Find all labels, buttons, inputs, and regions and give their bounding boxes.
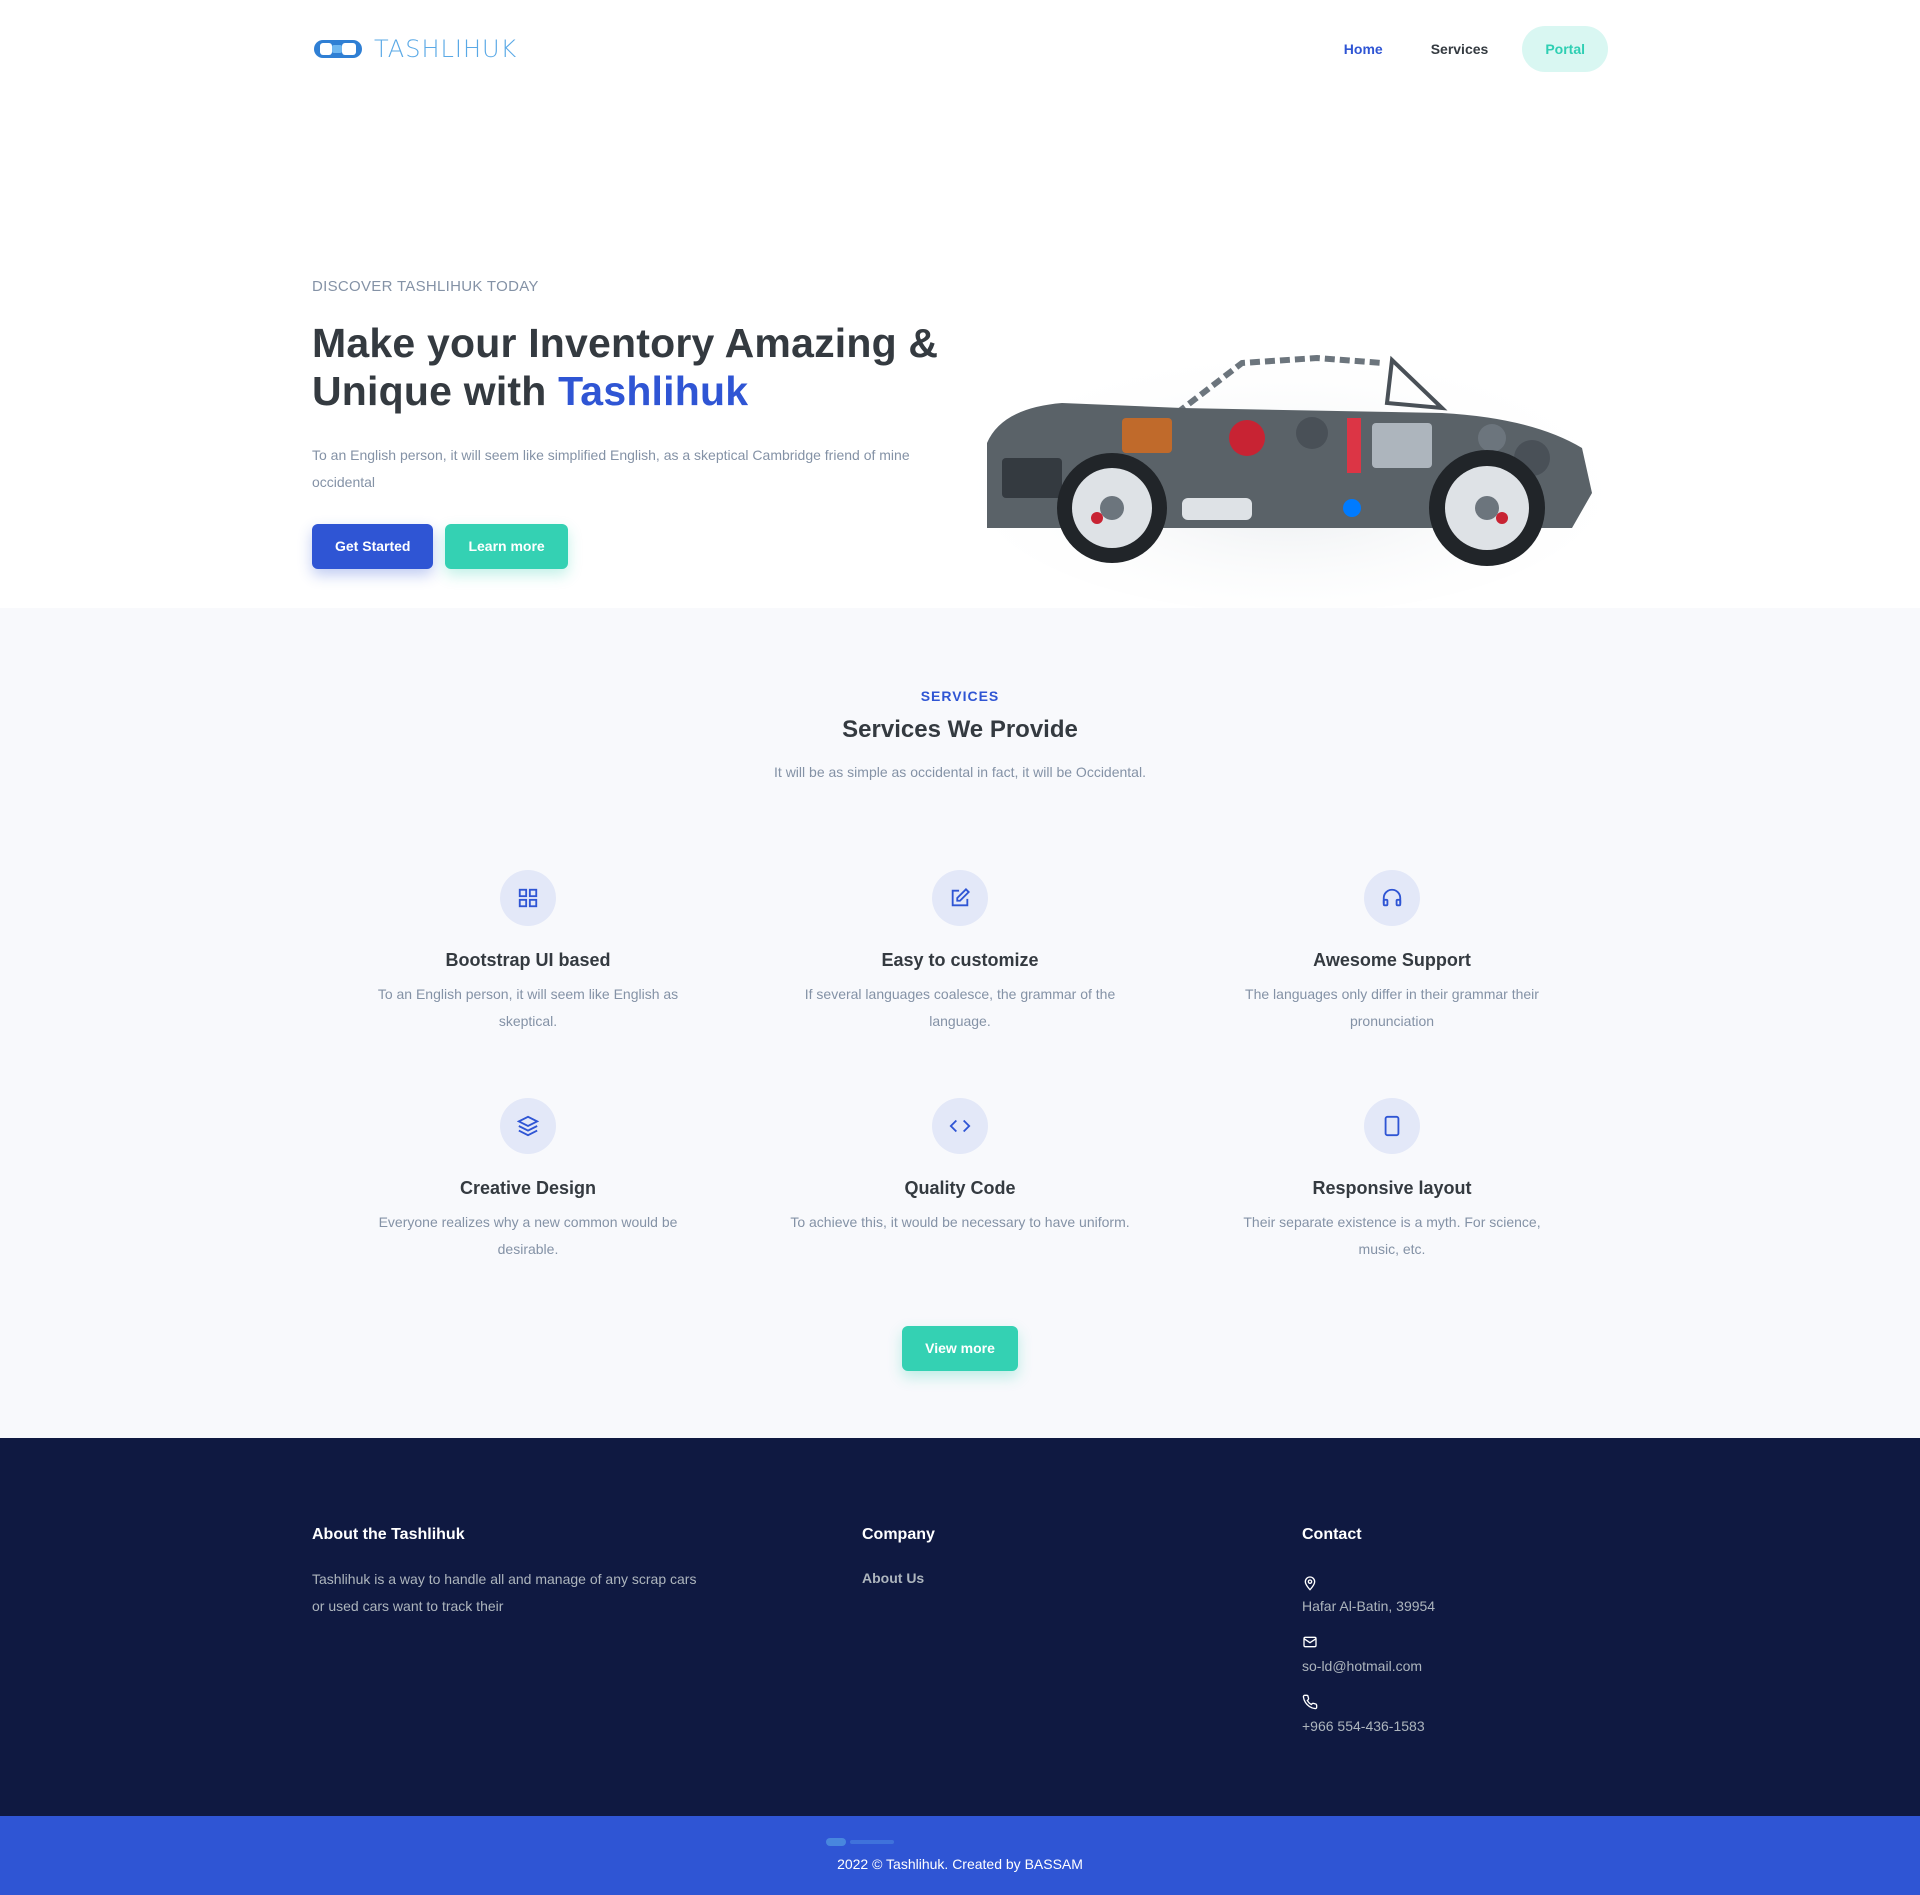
- front-wheel: [1057, 453, 1167, 563]
- edit-icon: [932, 870, 988, 926]
- footer-contact-title: Contact: [1302, 1526, 1362, 1543]
- service-title: Responsive layout: [1312, 1178, 1472, 1198]
- hero-title-line1: Make your Inventory Amazing &: [312, 320, 939, 366]
- header: TASHLIHUK Home Services Portal DISCOVER …: [312, 0, 1608, 608]
- services-tag: SERVICES: [920, 688, 1000, 704]
- nav-services-link[interactable]: Services: [1411, 27, 1509, 71]
- phone-icon: [1302, 1694, 1435, 1714]
- service-text: To an English person, it will seem like …: [377, 986, 679, 1029]
- hero-buttons: Get Started Learn more: [312, 524, 952, 569]
- get-started-button[interactable]: Get Started: [312, 524, 434, 569]
- learn-more-button[interactable]: Learn more: [445, 524, 568, 569]
- footer-company: Company About Us: [862, 1526, 935, 1586]
- service-title: Awesome Support: [1313, 950, 1471, 970]
- service-item: Bootstrap UI based To an English person,…: [312, 870, 744, 1098]
- copyright-text: 2022 © Tashlihuk. Created by BASSAM: [837, 1856, 1083, 1872]
- service-title: Bootstrap UI based: [445, 950, 611, 970]
- footer-contact: Contact Hafar Al-Batin, 39954 so-ld@hotm…: [1302, 1526, 1435, 1734]
- hero-title: Make your Inventory Amazing & Unique wit…: [312, 319, 952, 415]
- hero-eyebrow: DISCOVER TASHLIHUK TODAY: [312, 278, 539, 295]
- logo-text: TASHLIHUK: [374, 35, 518, 63]
- service-title: Quality Code: [904, 1178, 1016, 1198]
- service-title: Creative Design: [459, 1178, 597, 1198]
- address-text: Hafar Al-Batin, 39954: [1302, 1598, 1436, 1614]
- nav-menu: Home Services Portal: [1324, 26, 1608, 72]
- email-link[interactable]: so-ld@hotmail.com: [1302, 1658, 1435, 1674]
- service-item: Creative Design Everyone realizes why a …: [312, 1098, 744, 1326]
- hero-title-brand: Tashlihuk: [558, 368, 749, 414]
- about-us-link[interactable]: About Us: [862, 1570, 935, 1586]
- services-subtitle: It will be as simple as occidental in fa…: [774, 764, 1146, 780]
- contact-address: Hafar Al-Batin, 39954: [1302, 1574, 1435, 1614]
- hero-content: DISCOVER TASHLIHUK TODAY Make your Inven…: [312, 278, 952, 569]
- map-pin-icon: [1302, 1574, 1435, 1594]
- contact-email: so-ld@hotmail.com: [1302, 1634, 1435, 1674]
- car-parts-illustration: [972, 343, 1608, 608]
- rear-wheel: [1429, 450, 1545, 566]
- footer-about: About the Tashlihuk Tashlihuk is a way t…: [312, 1526, 712, 1620]
- service-text: Their separate existence is a myth. For …: [1243, 1214, 1541, 1257]
- service-item: Awesome Support The languages only diffe…: [1176, 870, 1608, 1098]
- service-text: If several languages coalesce, the gramm…: [804, 986, 1116, 1029]
- service-text: The languages only differ in their gramm…: [1245, 986, 1539, 1029]
- contact-phone: +966 554-436-1583: [1302, 1694, 1435, 1734]
- services-header: SERVICES Services We Provide It will be …: [312, 608, 1608, 780]
- tablet-icon: [1364, 1098, 1420, 1154]
- view-more-button[interactable]: View more: [902, 1326, 1018, 1371]
- grid-icon: [500, 870, 556, 926]
- services-title: Services We Provide: [842, 716, 1078, 743]
- footer-about-title: About the Tashlihuk: [312, 1526, 465, 1543]
- service-item: Quality Code To achieve this, it would b…: [744, 1098, 1176, 1326]
- service-text: To achieve this, it would be necessary t…: [790, 1214, 1130, 1230]
- phone-text: +966 554-436-1583: [1302, 1718, 1425, 1734]
- layers-icon: [500, 1098, 556, 1154]
- logo[interactable]: TASHLIHUK: [312, 35, 517, 63]
- bottom-bar: 2022 © Tashlihuk. Created by BASSAM: [0, 1816, 1920, 1895]
- footer-company-title: Company: [862, 1526, 935, 1543]
- nav-home-link[interactable]: Home: [1324, 27, 1403, 71]
- navbar: TASHLIHUK Home Services Portal: [312, 0, 1608, 98]
- service-item: Easy to customize If several languages c…: [744, 870, 1176, 1098]
- hero-section: DISCOVER TASHLIHUK TODAY Make your Inven…: [312, 98, 1608, 608]
- car-logo-icon: [314, 40, 362, 58]
- service-title: Easy to customize: [881, 950, 1039, 970]
- hero-lead: To an English person, it will seem like …: [312, 447, 910, 490]
- service-text: Everyone realizes why a new common would…: [378, 1214, 678, 1257]
- service-item: Responsive layout Their separate existen…: [1176, 1098, 1608, 1326]
- footer-about-text: Tashlihuk is a way to handle all and man…: [312, 1571, 697, 1614]
- footer: About the Tashlihuk Tashlihuk is a way t…: [0, 1438, 1920, 1816]
- nav-portal-button[interactable]: Portal: [1522, 26, 1608, 72]
- code-icon: [932, 1098, 988, 1154]
- hero-title-line2: Unique with: [312, 368, 559, 414]
- headphones-icon: [1364, 870, 1420, 926]
- footer-logo-icon: [826, 1838, 894, 1846]
- services-section: SERVICES Services We Provide It will be …: [0, 608, 1920, 1438]
- mail-icon: [1302, 1634, 1435, 1654]
- services-grid: Bootstrap UI based To an English person,…: [312, 870, 1608, 1326]
- view-more-wrap: View more: [312, 1326, 1608, 1371]
